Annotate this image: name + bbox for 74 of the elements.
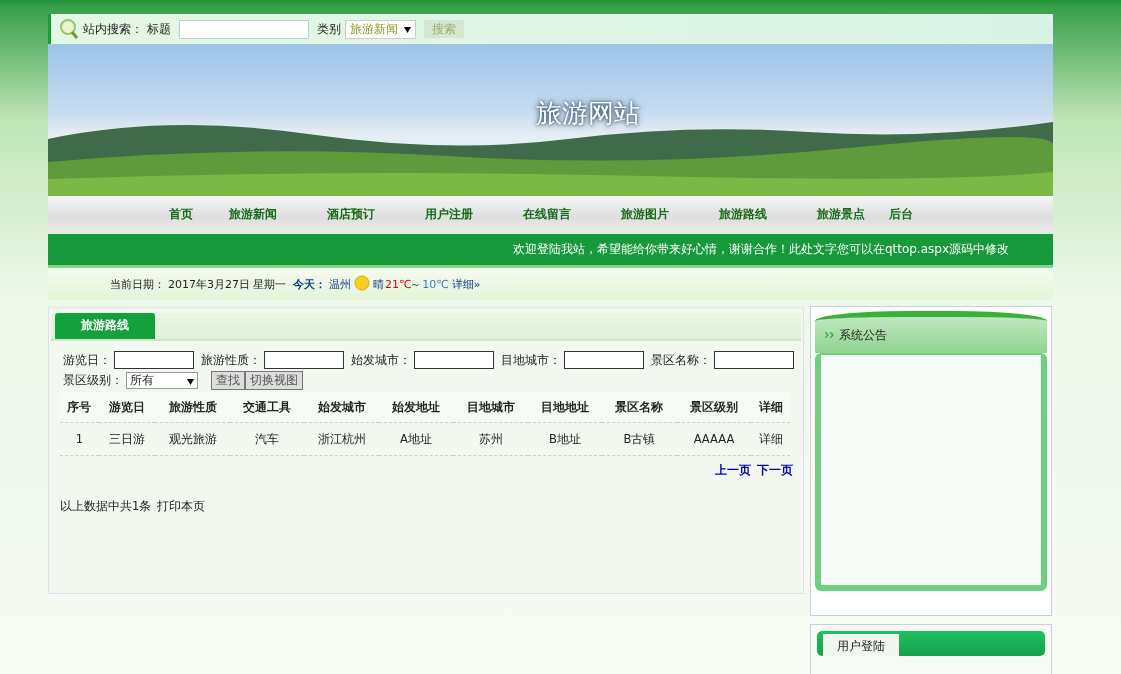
summary-text: 以上数据中共1条 xyxy=(60,499,152,514)
weekday-text: 星期一 xyxy=(253,276,286,292)
city-text: 温州 xyxy=(329,276,351,292)
column-header: 始发城市 xyxy=(304,392,379,423)
caret-icon xyxy=(404,27,411,33)
title-label: 标题 xyxy=(147,20,171,38)
filter-label: 旅游性质： xyxy=(201,352,261,368)
marquee-text: 欢迎登陆我站，希望能给你带来好心情，谢谢合作！此处文字您可以在qttop.aspx源码中修改 xyxy=(512,241,1009,258)
table-cell: 苏州 xyxy=(453,422,528,456)
section-tab[interactable]: 旅游路线 xyxy=(55,313,155,339)
filter-label: 游览日： xyxy=(63,352,111,368)
filter-input[interactable] xyxy=(264,351,344,369)
nav-link[interactable]: 用户注册 xyxy=(425,205,473,223)
column-header: 详细 xyxy=(751,392,790,423)
filter-label: 景区级别： xyxy=(63,373,123,388)
nav-link[interactable]: 旅游景点 xyxy=(817,205,865,223)
double-arrow-icon xyxy=(825,332,835,338)
site-title: 旅游网站 xyxy=(536,97,640,130)
nav-link[interactable]: 旅游路线 xyxy=(719,205,767,223)
search-label: 站内搜索： xyxy=(83,20,143,38)
today-label: 今天： xyxy=(293,276,326,292)
filter-label: 始发城市： xyxy=(351,352,411,368)
table-cell: AAAAA xyxy=(676,422,752,456)
column-header: 始发地址 xyxy=(378,392,454,423)
find-button[interactable]: 查找 xyxy=(211,371,245,390)
column-header: 景区级别 xyxy=(676,392,752,423)
low-temp: 10℃ xyxy=(422,277,449,291)
notice-title: 系统公告 xyxy=(839,326,887,344)
next-page-link[interactable]: 下一页 xyxy=(757,462,793,479)
table-cell: B古镇 xyxy=(602,422,677,456)
nav-link[interactable]: 酒店预订 xyxy=(327,205,375,223)
search-icon xyxy=(59,18,79,40)
table-cell: 汽车 xyxy=(229,422,305,456)
date-label: 当前日期： xyxy=(110,276,165,292)
nav-link[interactable]: 旅游图片 xyxy=(621,205,669,223)
nav-link[interactable]: 后台 xyxy=(889,205,913,223)
level-select[interactable]: 所有 xyxy=(126,372,198,389)
filter-input[interactable] xyxy=(414,351,494,369)
table-cell: 浙江杭州 xyxy=(304,422,379,456)
filter-input[interactable] xyxy=(714,351,794,369)
weather-text: 晴 xyxy=(373,276,384,292)
table-cell: 观光旅游 xyxy=(155,422,230,456)
table-cell: 三日游 xyxy=(98,422,156,456)
temp-separator: ～ xyxy=(410,276,422,292)
high-temp: 21℃ xyxy=(385,277,412,291)
title-input[interactable] xyxy=(179,19,309,39)
nav-link[interactable]: 首页 xyxy=(169,205,193,223)
login-tab[interactable]: 用户登陆 xyxy=(823,634,899,656)
filter-input[interactable] xyxy=(564,351,644,369)
column-header: 景区名称 xyxy=(602,392,677,423)
sun-icon xyxy=(354,274,370,291)
details-link[interactable]: 详细» xyxy=(451,276,481,292)
caret-icon xyxy=(187,378,194,385)
prev-page-link[interactable]: 上一页 xyxy=(715,462,751,479)
category-select[interactable]: 旅游新闻 xyxy=(345,19,416,39)
column-header: 旅游性质 xyxy=(155,392,230,423)
nav-link[interactable]: 在线留言 xyxy=(523,205,571,223)
date-text: 2017年3月27日 xyxy=(168,276,250,292)
table-cell: B地址 xyxy=(527,422,603,456)
filter-input[interactable] xyxy=(114,351,194,369)
column-header: 目地城市 xyxy=(453,392,528,423)
table-cell: 1 xyxy=(60,422,99,456)
category-label: 类别 xyxy=(317,20,341,38)
column-header: 序号 xyxy=(60,392,99,423)
filter-label: 景区名称： xyxy=(651,352,711,368)
print-link[interactable]: 打印本页 xyxy=(157,499,206,514)
column-header: 目地地址 xyxy=(527,392,603,423)
table-cell: A地址 xyxy=(378,422,454,456)
column-header: 游览日 xyxy=(98,392,156,423)
filter-label: 目地城市： xyxy=(501,352,561,368)
nav-link[interactable]: 旅游新闻 xyxy=(229,205,277,223)
table-cell: 详细 xyxy=(751,422,790,456)
switch-view-button[interactable]: 切换视图 xyxy=(245,371,303,390)
column-header: 交通工具 xyxy=(229,392,305,423)
